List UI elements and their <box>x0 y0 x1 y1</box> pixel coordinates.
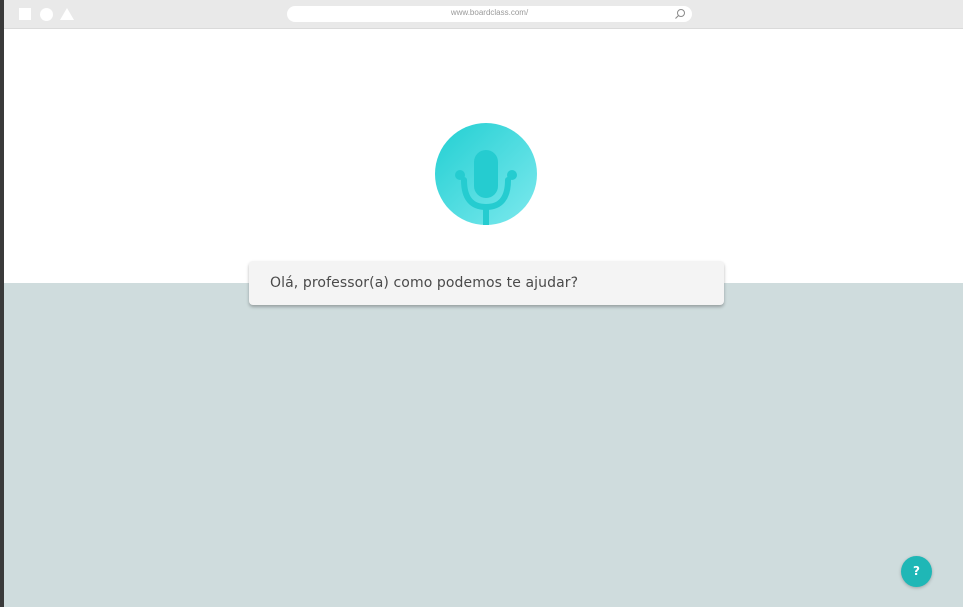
search-icon[interactable] <box>674 8 686 20</box>
microphone-face-icon[interactable] <box>435 123 537 225</box>
circle-icon[interactable] <box>40 8 53 21</box>
assistant-prompt-box[interactable]: Olá, professor(a) como podemos te ajudar… <box>249 261 724 305</box>
content-panel <box>4 283 963 607</box>
address-bar[interactable]: www.boardclass.com/ <box>287 6 692 22</box>
address-url[interactable]: www.boardclass.com/ <box>287 8 692 17</box>
triangle-icon[interactable] <box>60 8 74 20</box>
help-button[interactable]: ? <box>901 556 932 587</box>
assistant-prompt-text: Olá, professor(a) como podemos te ajudar… <box>270 275 579 291</box>
browser-toolbar: www.boardclass.com/ <box>4 0 963 29</box>
browser-window: www.boardclass.com/ Olá, professor(a) co… <box>4 0 963 607</box>
square-icon[interactable] <box>19 8 31 20</box>
